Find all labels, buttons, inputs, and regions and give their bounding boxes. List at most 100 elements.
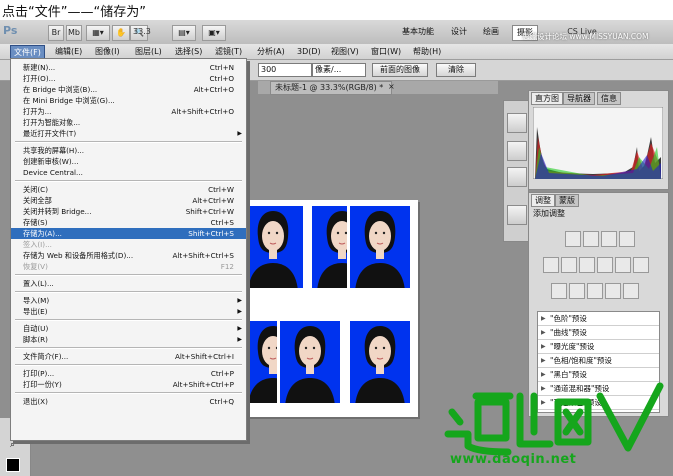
menu-item-place[interactable]: 置入(L)... [11,278,246,289]
vibrance-icon[interactable] [543,257,559,273]
mini-bridge-button[interactable]: Mb [66,25,82,41]
menu-item-revert[interactable]: 恢复(V) F12 [11,261,246,272]
forum-watermark-text: 思缘设计论坛 www.MISSYUAN.COM [522,32,649,41]
menu-window[interactable]: 窗口(W) [368,45,404,58]
menu-item-exit[interactable]: 退出(X) Ctrl+Q [11,396,246,407]
menu-analysis[interactable]: 分析(A) [254,45,288,58]
levels-icon[interactable] [583,231,599,247]
menu-3d[interactable]: 3D(D) [294,45,324,58]
brush-preset-icon[interactable] [507,141,527,161]
add-adjustment-title: 添加调整 [533,209,565,218]
menu-item-import[interactable]: 导入(M) ▶ [11,295,246,306]
hue-saturation-icon[interactable] [561,257,577,273]
view-extras-button[interactable]: ▦▾ [86,25,110,41]
close-tab-icon[interactable]: × [388,82,395,91]
document-canvas[interactable] [237,200,418,417]
panel-icon-strip [503,100,529,242]
menu-edit[interactable]: 编辑(E) [52,45,85,58]
workspace-essentials[interactable]: 基本功能 [396,25,440,39]
menu-select[interactable]: 选择(S) [172,45,205,58]
submenu-arrow-icon: ▶ [237,336,242,343]
workspace-painting[interactable]: 绘画 [478,25,504,39]
menu-item-save-for-web[interactable]: 存储为 Web 和设备所用格式(D)... Alt+Shift+Ctrl+S [11,250,246,261]
exposure-icon[interactable] [619,231,635,247]
menu-item-export[interactable]: 导出(E) ▶ [11,306,246,317]
brightness-icon[interactable] [565,231,581,247]
front-image-button[interactable]: 前面的图像 [372,63,428,77]
menu-item-automate[interactable]: 自动(U) ▶ [11,323,246,334]
posterize-icon[interactable] [569,283,585,299]
tab-navigator[interactable]: 导航器 [563,92,595,105]
adjustment-icon-row [529,229,668,247]
passport-photo [347,203,413,291]
list-item[interactable]: ▶ "曲线"预设 [538,326,659,340]
bridge-button[interactable]: Br [48,25,64,41]
curves-icon[interactable] [601,231,617,247]
menu-item-share-screen[interactable]: 共享我的屏幕(H)... [11,145,246,156]
arrange-documents-button[interactable]: ▤▾ [172,25,196,41]
menu-item-scripts[interactable]: 脚本(R) ▶ [11,334,246,345]
clear-button[interactable]: 清除 [436,63,476,77]
menu-layer[interactable]: 图层(L) [132,45,165,58]
invert-icon[interactable] [551,283,567,299]
document-tab[interactable]: 未标题-1 @ 33.3%(RGB/8) * [270,81,392,95]
menu-help[interactable]: 帮助(H) [410,45,444,58]
menu-item-create-review[interactable]: 创建新审核(W)... [11,156,246,167]
zoom-tool-icon[interactable]: ⌕ [10,440,15,450]
passport-photo [277,318,343,406]
tab-masks[interactable]: 蒙版 [555,194,579,207]
menu-view[interactable]: 视图(V) [328,45,362,58]
menu-item-save[interactable]: 存储(S) Ctrl+S [11,217,246,228]
actions-icon[interactable] [507,167,527,187]
menu-separator [15,141,242,143]
foreground-color-swatch[interactable] [6,458,20,472]
menu-separator [15,392,242,394]
menu-item-open-as[interactable]: 打开为... Alt+Shift+Ctrl+O [11,106,246,117]
tab-adjustments[interactable]: 调整 [531,194,555,207]
menu-item-save-as[interactable]: 存储为(A)... Shift+Ctrl+S [11,228,246,239]
menu-item-device-central[interactable]: Device Central... [11,167,246,178]
selective-color-icon[interactable] [623,283,639,299]
menu-item-recent-files[interactable]: 最近打开文件(T) ▶ [11,128,246,139]
menu-item-close[interactable]: 关闭(C) Ctrl+W [11,184,246,195]
menu-item-browse-bridge[interactable]: 在 Bridge 中浏览(B)... Alt+Ctrl+O [11,84,246,95]
menu-image[interactable]: 图像(I) [92,45,123,58]
screen-mode-button[interactable]: ▣▾ [202,25,226,41]
adjustment-icon-row [529,281,668,299]
menu-item-close-go-bridge[interactable]: 关闭并转到 Bridge... Shift+Ctrl+W [11,206,246,217]
list-item[interactable]: ▶ "曝光度"预设 [538,340,659,354]
hand-tool-button[interactable]: ✋ [112,25,130,41]
workspace-design[interactable]: 设计 [446,25,472,39]
menu-filter[interactable]: 滤镜(T) [212,45,245,58]
file-menu-dropdown: 新建(N)... Ctrl+N 打开(O)... Ctrl+O 在 Bridge 中… [10,58,247,441]
channel-mixer-icon[interactable] [633,257,649,273]
histogram-icon[interactable] [507,113,527,133]
gradient-map-icon[interactable] [605,283,621,299]
unit-select[interactable]: 像素/... [312,63,366,77]
adjustments-panel: 调整 蒙版 添加调整 ▶ "色阶"预设 ▶ "曲线"预设 ▶ "曝光度"预设 ▶… [528,192,669,417]
list-item[interactable]: ▶ "黑白"预设 [538,368,659,382]
list-item[interactable]: ▶ "色相/饱和度"预设 [538,354,659,368]
layers-icon[interactable] [507,205,527,225]
menu-item-new[interactable]: 新建(N)... Ctrl+N [11,62,246,73]
color-balance-icon[interactable] [579,257,595,273]
tab-histogram[interactable]: 直方图 [531,92,563,105]
menu-item-check-in[interactable]: 签入(I)... [11,239,246,250]
threshold-icon[interactable] [587,283,603,299]
resolution-input[interactable]: 300 [258,63,312,77]
menu-item-close-all[interactable]: 关闭全部 Alt+Ctrl+W [11,195,246,206]
menu-item-file-info[interactable]: 文件简介(F)... Alt+Shift+Ctrl+I [11,351,246,362]
menu-item-print[interactable]: 打印(P)... Ctrl+P [11,368,246,379]
menu-item-open-smart-object[interactable]: 打开为智能对象... [11,117,246,128]
menu-item-print-one-copy[interactable]: 打印一份(Y) Alt+Shift+Ctrl+P [11,379,246,390]
list-item[interactable]: ▶ "通道混和器"预设 [538,382,659,396]
passport-photo [240,203,306,291]
menu-item-browse-mini-bridge[interactable]: 在 Mini Bridge 中浏览(G)... [11,95,246,106]
zoom-level[interactable]: 33.3 [133,27,161,36]
tab-info[interactable]: 信息 [597,92,621,105]
list-item[interactable]: ▶ "色阶"预设 [538,312,659,326]
menu-item-open[interactable]: 打开(O)... Ctrl+O [11,73,246,84]
black-white-icon[interactable] [597,257,613,273]
photo-filter-icon[interactable] [615,257,631,273]
list-item[interactable]: ▶ "可选颜色"预设 [538,396,659,410]
